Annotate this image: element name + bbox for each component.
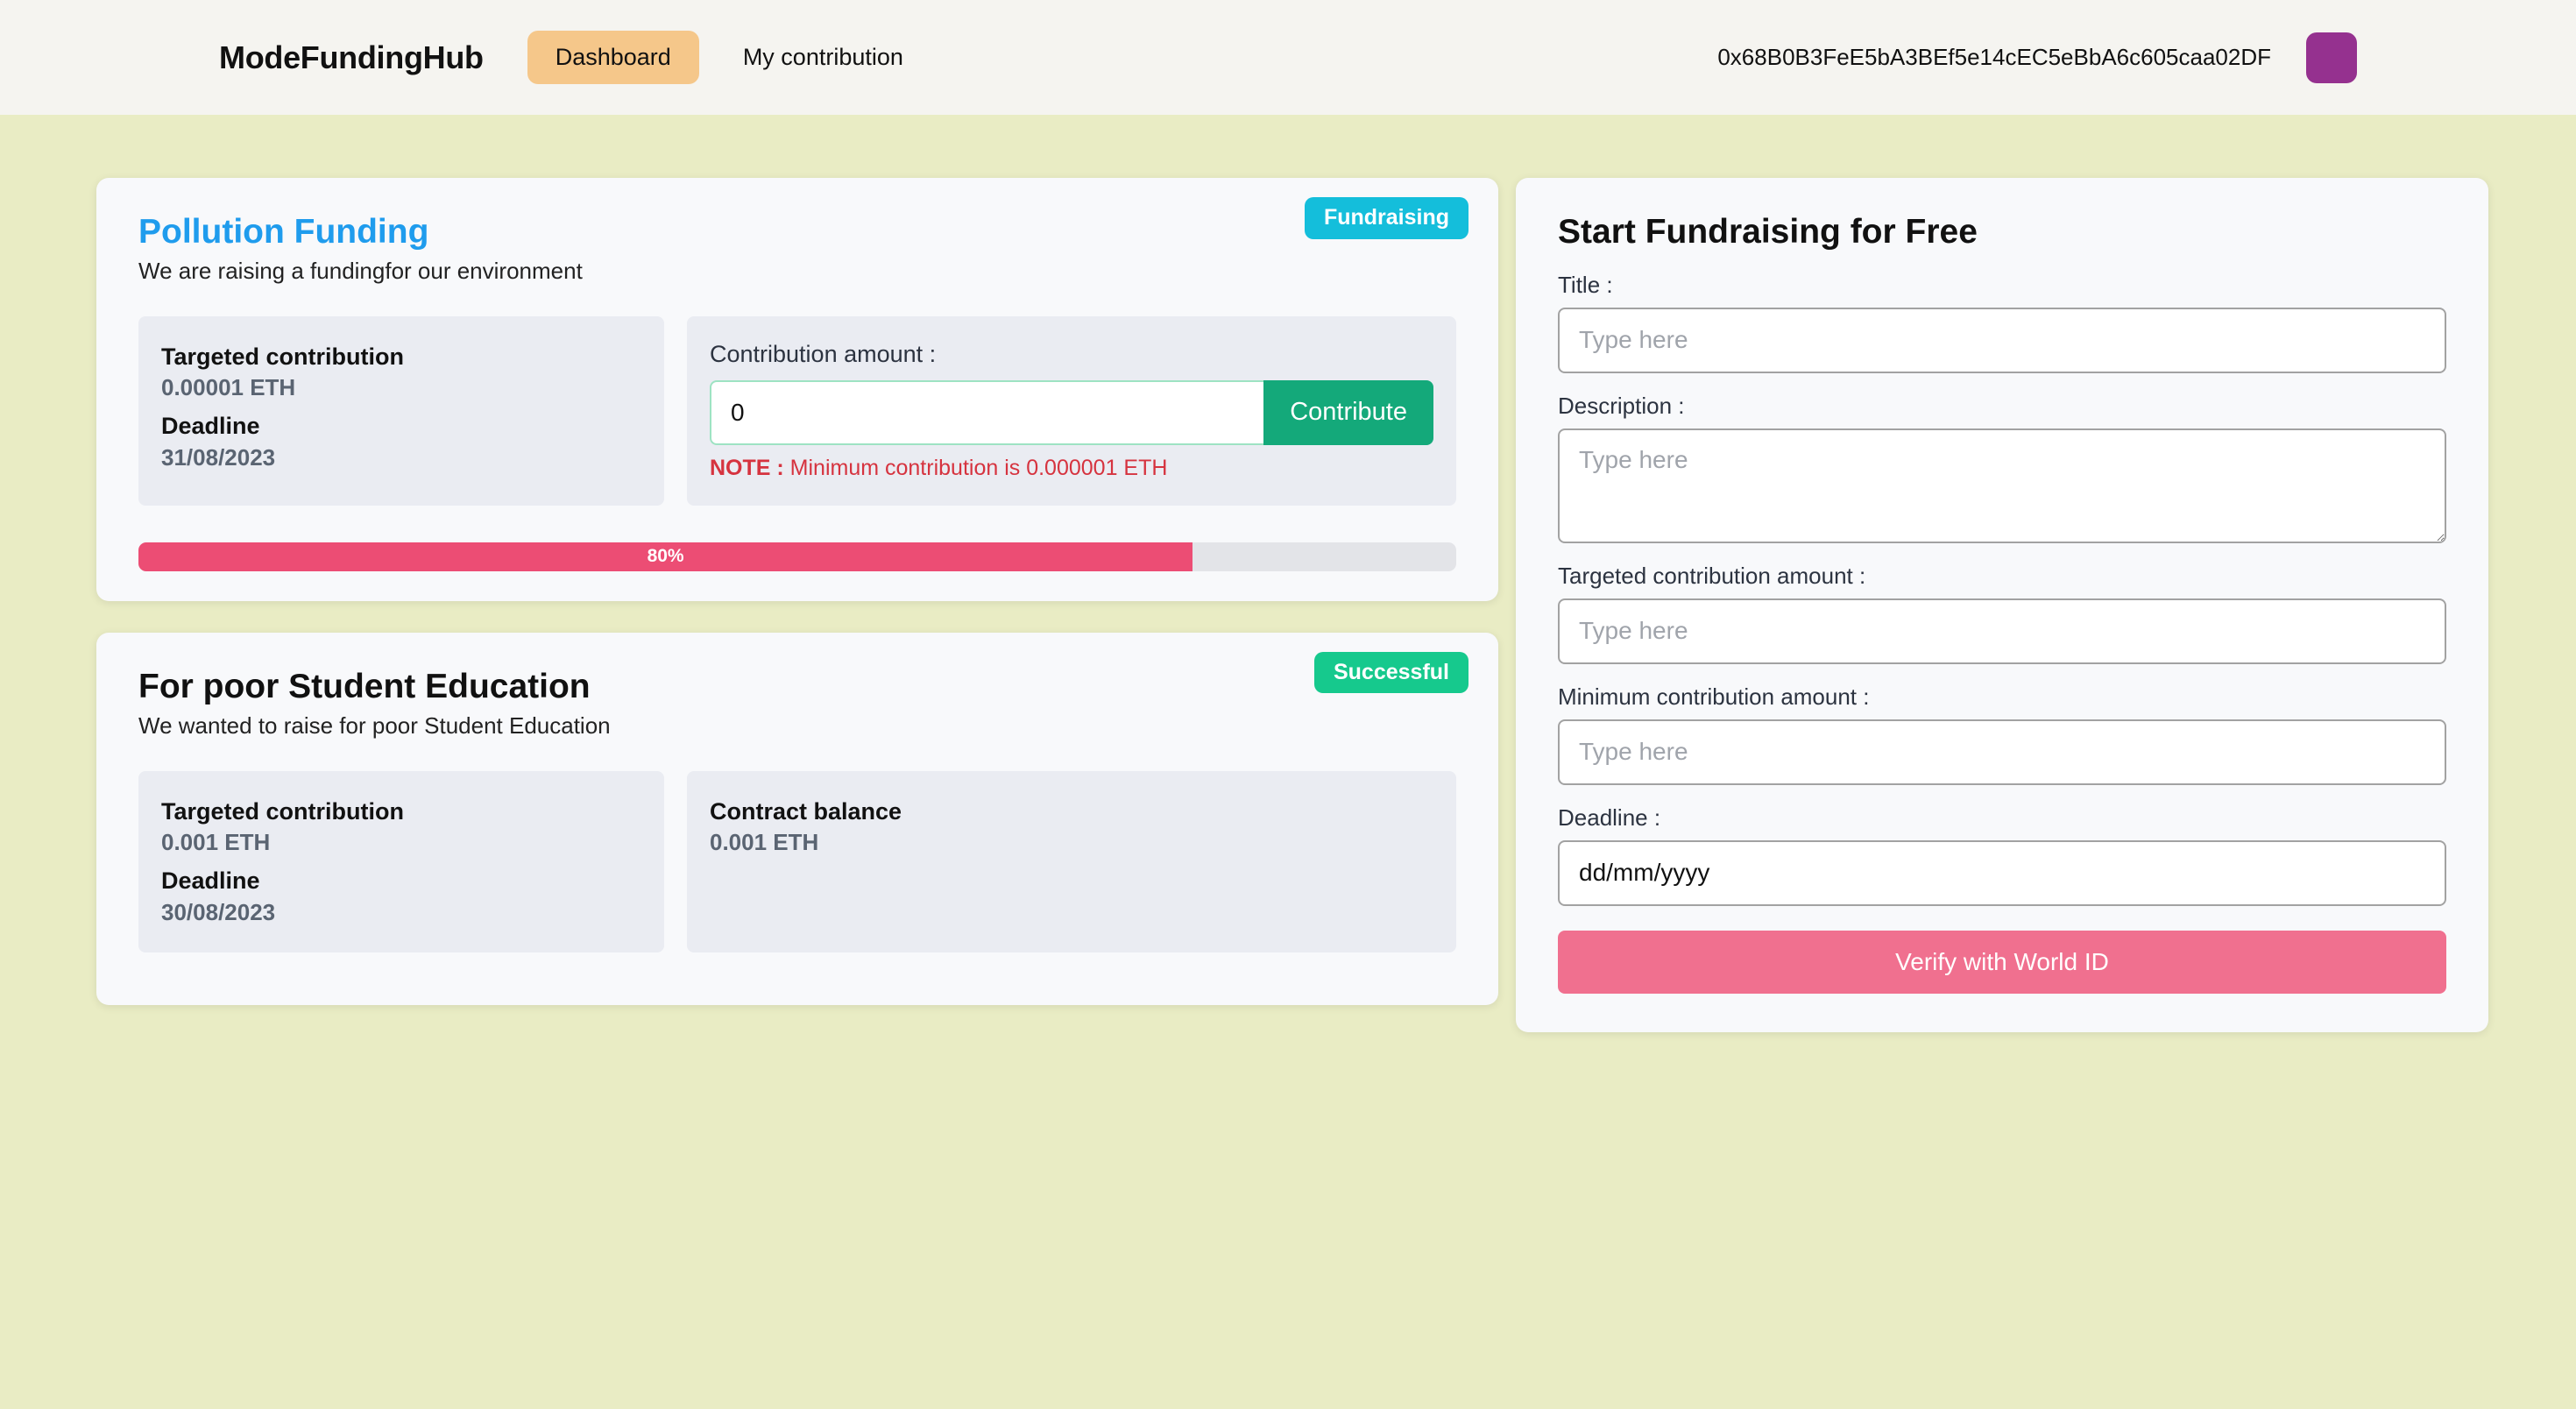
minimum-contribution-note: NOTE : Minimum contribution is 0.000001 … [710, 456, 1433, 481]
targeted-contribution-label: Targeted contribution [161, 343, 404, 370]
deadline-value: 31/08/2023 [161, 443, 276, 471]
targeted-contribution-label: Targeted contribution [161, 797, 404, 825]
contribution-amount-label: Contribution amount : [710, 340, 937, 367]
contract-balance-label: Contract balance [710, 797, 902, 825]
note-text: Minimum contribution is 0.000001 ETH [783, 455, 1168, 480]
brand-logo: ModeFundingHub [219, 39, 484, 75]
description-field-label: Description : [1558, 392, 1685, 419]
deadline-date-input[interactable] [1558, 839, 2446, 906]
field-minimum-amount: Minimum contribution amount : [1558, 683, 2446, 785]
contribution-form-box: Contribution amount : Contribute NOTE : … [687, 315, 1456, 506]
funding-progress-bar: 80% [138, 542, 1193, 571]
campaign-info-row: Targeted contribution 0.001 ETH Deadline… [138, 770, 1456, 952]
field-description: Description : [1558, 393, 2446, 543]
campaign-description: We are raising a fundingfor our environm… [138, 257, 583, 284]
campaign-list: Fundraising Pollution Funding We are rai… [96, 178, 1498, 1005]
deadline-label: Deadline [161, 413, 260, 440]
fundraising-form-panel: Start Fundraising for Free Title : Descr… [1516, 178, 2488, 1032]
nav-item-my-contribution[interactable]: My contribution [715, 30, 931, 85]
form-title: Start Fundraising for Free [1558, 213, 1978, 251]
targeted-contribution-box: Targeted contribution 0.001 ETH Deadline… [138, 770, 664, 952]
contribute-button[interactable]: Contribute [1263, 379, 1433, 445]
field-title: Title : [1558, 272, 2446, 373]
targeted-contribution-box: Targeted contribution 0.00001 ETH Deadli… [138, 315, 664, 506]
deadline-field-label: Deadline : [1558, 804, 1661, 831]
minimum-amount-input[interactable] [1558, 719, 2446, 785]
funding-progress-track: 80% [138, 542, 1456, 571]
campaign-card-student-education: Successful For poor Student Education We… [96, 632, 1498, 1005]
targeted-contribution-value: 0.001 ETH [161, 829, 271, 856]
status-badge: Successful [1313, 651, 1468, 694]
deadline-label: Deadline [161, 867, 260, 895]
description-textarea[interactable] [1558, 428, 2446, 543]
nav-item-dashboard[interactable]: Dashboard [527, 30, 699, 85]
campaign-description: We wanted to raise for poor Student Educ… [138, 712, 611, 739]
main-content: Fundraising Pollution Funding We are rai… [0, 115, 2576, 1032]
field-targeted-amount: Targeted contribution amount : [1558, 563, 2446, 664]
targeted-contribution-value: 0.00001 ETH [161, 374, 296, 401]
minimum-amount-field-label: Minimum contribution amount : [1558, 683, 1870, 710]
contract-balance-box: Contract balance 0.001 ETH [687, 770, 1456, 952]
campaign-info-row: Targeted contribution 0.00001 ETH Deadli… [138, 315, 1456, 506]
contribution-input-group: Contribute [710, 379, 1433, 445]
status-badge: Fundraising [1304, 197, 1468, 239]
title-input[interactable] [1558, 307, 2446, 373]
campaign-title: Pollution Funding [138, 213, 429, 251]
campaign-title: For poor Student Education [138, 667, 591, 705]
nav-links: Dashboard My contribution [527, 30, 931, 85]
top-navbar: ModeFundingHub Dashboard My contribution… [0, 0, 2576, 115]
wallet-address: 0x68B0B3FeE5bA3BEf5e14cEC5eBbA6c605caa02… [1717, 44, 2271, 70]
campaign-card-pollution-funding: Fundraising Pollution Funding We are rai… [96, 178, 1498, 601]
title-field-label: Title : [1558, 271, 1613, 298]
verify-with-world-id-button[interactable]: Verify with World ID [1558, 930, 2446, 994]
contribution-amount-input[interactable] [710, 379, 1264, 445]
nav-right-group: 0x68B0B3FeE5bA3BEf5e14cEC5eBbA6c605caa02… [1717, 32, 2541, 83]
note-prefix: NOTE : [710, 455, 784, 480]
contract-balance-value: 0.001 ETH [710, 829, 819, 856]
avatar[interactable] [2306, 32, 2357, 83]
field-deadline: Deadline : [1558, 804, 2446, 906]
fundraising-form-card: Start Fundraising for Free Title : Descr… [1516, 178, 2488, 1032]
targeted-amount-field-label: Targeted contribution amount : [1558, 562, 1866, 589]
deadline-value: 30/08/2023 [161, 898, 276, 925]
targeted-amount-input[interactable] [1558, 598, 2446, 664]
